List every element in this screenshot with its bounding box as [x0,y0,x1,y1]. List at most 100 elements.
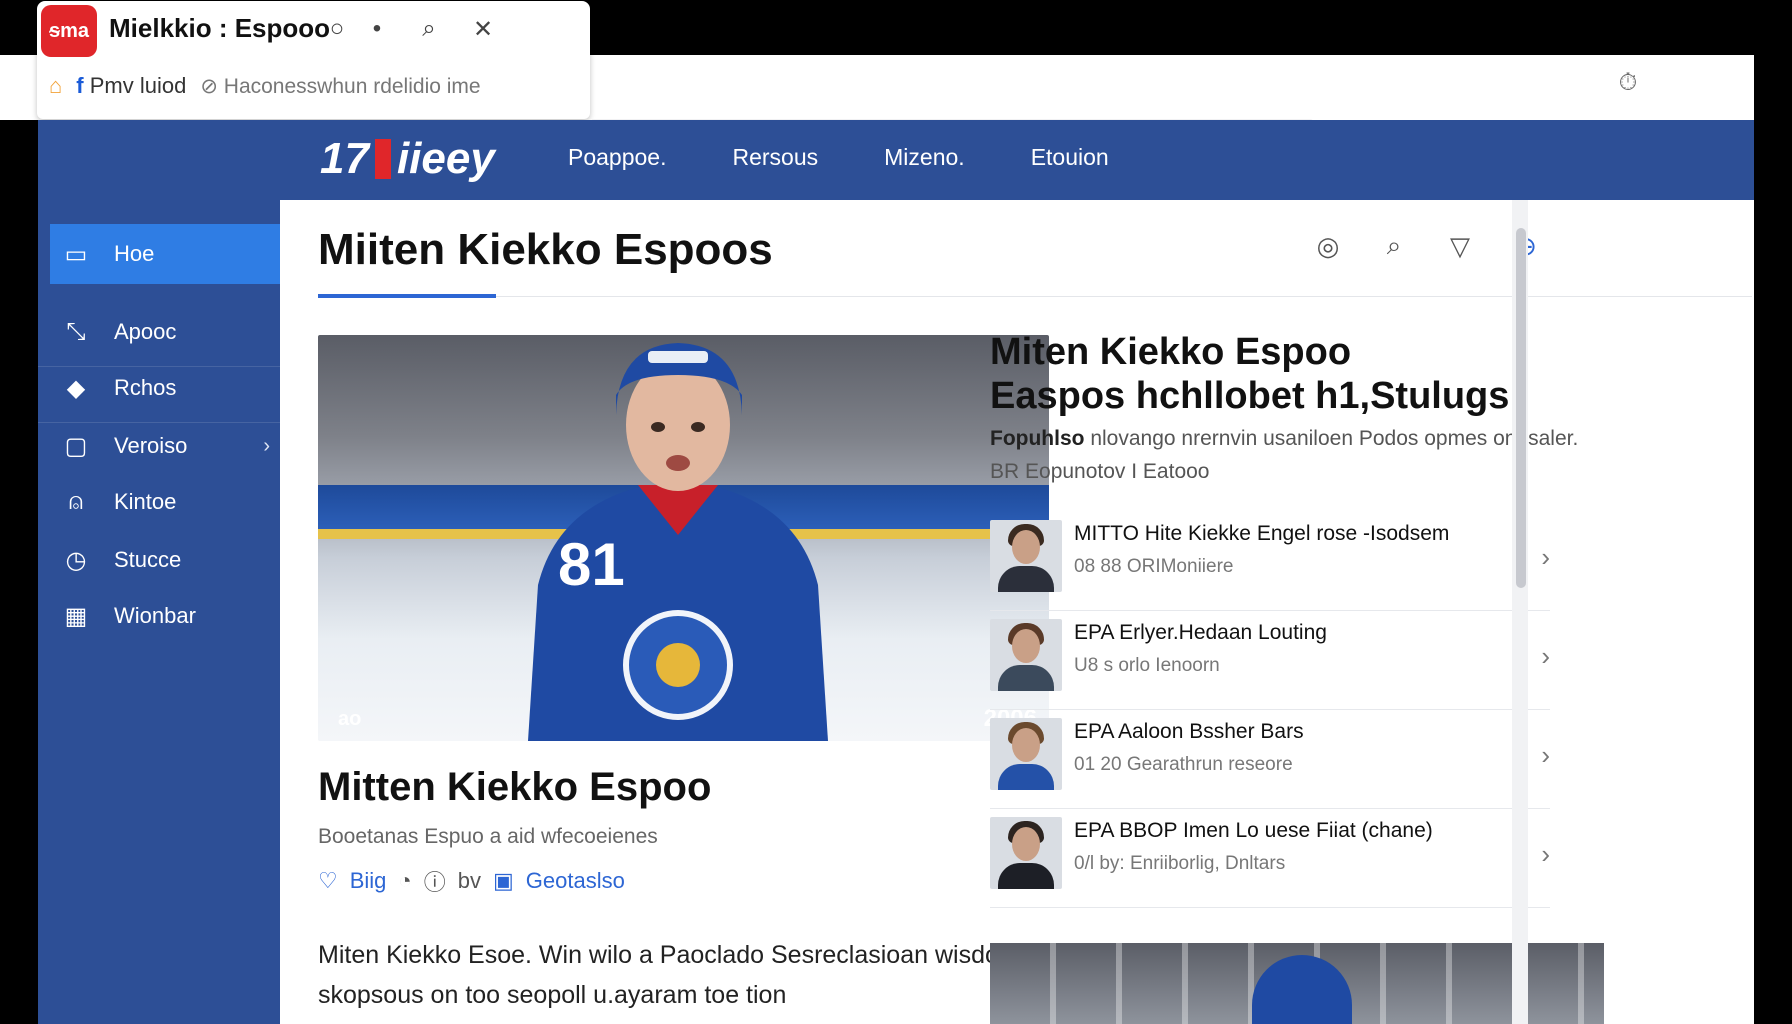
chevron-right-icon: › [1541,740,1550,770]
brand-mark [374,139,391,179]
tab-search-icon[interactable]: ⌕ [411,11,447,47]
chevron-right-icon: › [1541,641,1550,671]
nav-link-4[interactable]: Etouion [1031,144,1109,171]
avatar-face [1012,728,1040,762]
sidebar-item-kintoe[interactable]: ⍝ Kintoe [50,472,280,532]
history-icon[interactable]: ⏱ [1610,65,1646,101]
chevron-right-icon: › [263,434,270,457]
timer-icon: ◔ [398,868,412,893]
brand-prefix: 17 [320,134,369,183]
home-card-icon: ▭ [64,240,88,268]
bookmark-label: Pmv luiod [89,73,187,98]
title-rule [496,296,1752,297]
sidebar-item-label: Wionbar [114,603,196,628]
header-actions: ◎ ⌕ ▽ ⊖ [1310,228,1544,264]
browser-tab[interactable]: ᵴma Mielkkio : Espooo ○ • ⌕ ✕ ⌂ f Pmv lu… [37,1,590,119]
app-window: 17 iieey Poappoe. Rersous Mizeno. Etouion… [38,120,1754,1024]
tab-close-icon[interactable]: ✕ [465,11,501,47]
search-icon[interactable]: ⌕ [1376,228,1412,264]
bookmark-item-1[interactable]: f Pmv luiod [76,73,186,99]
avatar-body [998,863,1054,889]
avatar-face [1012,629,1040,663]
list-item-title: EPA Erlyer.Hedaan Louting [1074,621,1327,644]
sports-icon[interactable]: ◎ [1310,228,1346,264]
list-item-meta: U8 s orlo Ienoorn [1074,655,1220,676]
list-item-meta: 01 20 Gearathrun reseore [1074,754,1293,775]
sidebar-item-label: Veroiso [114,433,188,458]
list-item-title: MITTO Hite Kiekke Engel rose -Isodsem [1074,522,1450,545]
bell-icon: ⍝ [68,488,84,515]
brand-name: iieey [396,134,495,183]
avatar-face [1012,530,1040,564]
facebook-icon: f [76,73,84,98]
side-headline[interactable]: Miten Kiekko Espoo Easpos hchllobet h1,S… [990,330,1509,418]
home-bookmark-icon[interactable]: ⌂ [49,73,62,99]
bookmark-label: Haconesswhun rdelidio ime [223,74,481,98]
list-item[interactable]: EPA Erlyer.Hedaan Louting U8 s orlo Ieno… [990,611,1550,710]
avatar [990,718,1062,790]
network-icon: ⤡ [66,318,86,345]
list-item-meta: 08 88 ORIMoniiere [1074,556,1234,577]
document-icon: ▢ [64,432,88,460]
sidebar-item-label: Apooc [114,319,177,344]
article-meta-3[interactable]: Geotaslso [526,868,625,894]
sidebar-item-home[interactable]: ▭ Hoe [50,224,280,284]
side-summary-lead: Fopuhlso [990,427,1085,450]
nav-link-2[interactable]: Rersous [732,144,818,171]
tab-title: Mielkkio : Espooo [109,13,331,43]
article-meta-1[interactable]: Biig [350,868,387,894]
avatar [990,817,1062,889]
sidebar-item-rchos[interactable]: ◆ Rchos [50,358,280,418]
sidebar-item-wionbar[interactable]: ▦ Wionbar [50,586,280,646]
top-navigation: 17 iieey Poappoe. Rersous Mizeno. Etouion [38,120,1754,200]
list-item-meta: 0/l by: Enriiborlig, Dnltars [1074,853,1286,874]
tab-dot-icon[interactable]: • [359,11,395,47]
nav-link-3[interactable]: Mizeno. [884,144,965,171]
diamond-icon: ◆ [66,374,86,402]
scrollbar-thumb[interactable] [1516,228,1526,588]
hero-image[interactable]: 81 ao 2006 [318,335,1049,741]
list-item[interactable]: EPA Aaloon Bssher Bars 01 20 Gearathrun … [990,710,1550,809]
list-item[interactable]: EPA BBOP Imen Lo uese Fiiat (chane) 0/l … [990,809,1550,908]
brand-logo[interactable]: 17 iieey [320,134,495,184]
sidebar-item-veroiso[interactable]: ▢ Veroiso › [50,416,280,476]
main-content: Miiten Kiekko Espoos ◎ ⌕ ▽ ⊖ 81 [280,200,1754,1024]
share-icon[interactable]: ▣ [493,868,514,894]
sidebar-item-label: Hoe [114,241,155,266]
sidebar-item-label: Rchos [114,375,177,400]
avatar-body [998,665,1054,691]
hockey-player-illustration: 81 [528,343,828,741]
list-item[interactable]: MITTO Hite Kiekke Engel rose -Isodsem 08… [990,512,1550,611]
bookmarks-bar: ⌂ f Pmv luiod ⊘ Haconesswhun rdelidio im… [49,73,481,99]
article-subtitle: Booetanas Espuo a aid wfecoeienes [318,825,658,848]
news-list: MITTO Hite Kiekke Engel rose -Isodsem 08… [990,512,1550,908]
article-meta: ♡ Biig ◔ ⓘ bv ▣ Geotaslso [318,865,625,897]
sidebar-item-stucce[interactable]: ◷ Stucce [50,530,280,590]
list-item-title: EPA Aaloon Bssher Bars [1074,720,1304,743]
avatar-body [998,764,1054,790]
tab-minimize-icon[interactable]: ○ [319,11,355,47]
nav-link-1[interactable]: Poappoe. [568,144,666,171]
avatar [990,520,1062,592]
side-headline-line1: Miten Kiekko Espoo [990,331,1352,373]
filter-icon[interactable]: ▽ [1442,228,1478,264]
list-item-title: EPA BBOP Imen Lo uese Fiiat (chane) [1074,819,1433,842]
heart-icon[interactable]: ♡ [318,868,338,894]
article-meta-2: bv [457,868,481,893]
bookmark-item-2[interactable]: ⊘ Haconesswhun rdelidio ime [200,74,480,99]
sidebar-item-label: Stucce [114,547,182,572]
info-icon: ⓘ [423,870,446,895]
side-summary: Fopuhlso nlovango nrernvin usaniloen Pod… [990,422,1580,488]
sidebar-item-apooc[interactable]: ⤡ Apooc [50,302,280,362]
tab-favicon: ᵴma [41,5,97,57]
avatar-body [998,566,1054,592]
avatar-face [1012,827,1040,861]
nav-links: Poappoe. Rersous Mizeno. Etouion [568,144,1109,171]
sidebar-item-label: Kintoe [114,489,177,514]
hero-caption-left: ao [338,708,362,730]
article-body: Miten Kiekko Esoe. Win wilo a Paoclado S… [318,941,1034,1009]
side-headline-line2: Easpos hchllobet h1,Stulugs [990,375,1510,417]
chevron-right-icon: › [1541,839,1550,869]
page-title: Miiten Kiekko Espoos [318,225,773,274]
article-title[interactable]: Mitten Kiekko Espoo [318,765,711,810]
